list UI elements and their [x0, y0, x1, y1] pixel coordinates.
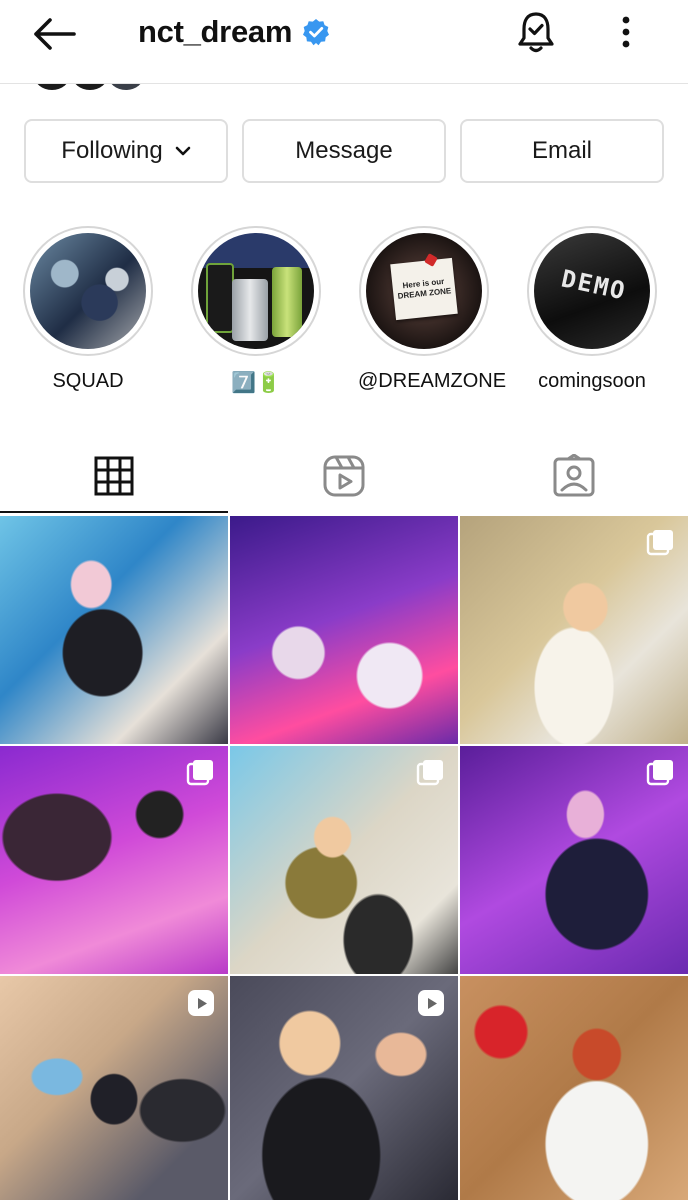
highlight-ring: DEMO	[527, 226, 657, 356]
post-thumbnail[interactable]	[230, 516, 458, 744]
username-title: nct_dream	[138, 14, 293, 49]
arrow-left-icon	[34, 18, 76, 50]
following-button[interactable]: Following	[24, 119, 228, 183]
reel-icon	[418, 990, 444, 1016]
post-thumbnail[interactable]	[460, 976, 688, 1200]
highlight-label: 7️⃣🔋	[231, 372, 281, 394]
highlight-ring: Here is our DREAM ZONE	[359, 226, 489, 356]
highlight-comingsoon[interactable]: DEMO comingsoon	[526, 226, 658, 393]
tab-reels[interactable]	[230, 438, 458, 514]
email-button[interactable]: Email	[460, 119, 664, 183]
post-thumbnail[interactable]	[0, 516, 228, 744]
top-bar: nct_dream	[0, 0, 688, 84]
carousel-icon	[186, 760, 213, 786]
reels-icon	[323, 455, 365, 497]
grid-icon	[94, 456, 134, 496]
highlight-cover-image: DEMO	[534, 233, 650, 349]
tagged-icon	[553, 454, 595, 497]
highlight-cover-image	[30, 233, 146, 349]
reel-icon	[188, 990, 214, 1016]
highlight-ring	[23, 226, 153, 356]
highlight-energy[interactable]: 7️⃣🔋	[190, 226, 322, 395]
carousel-icon	[646, 530, 673, 556]
highlight-ring	[191, 226, 321, 356]
back-button[interactable]	[26, 10, 82, 58]
highlight-label: SQUAD	[52, 370, 124, 392]
dreamzone-card-text: Here is our DREAM ZONE	[397, 276, 452, 301]
profile-title: nct_dream	[138, 10, 330, 54]
email-label: Email	[531, 137, 592, 164]
highlight-cover-image	[198, 233, 314, 349]
notifications-button[interactable]	[510, 8, 562, 56]
post-thumbnail[interactable]	[0, 976, 228, 1200]
carousel-icon	[416, 760, 443, 786]
post-thumbnail[interactable]	[230, 976, 458, 1200]
more-vertical-icon	[622, 16, 630, 48]
message-button[interactable]: Message	[242, 119, 446, 183]
post-thumbnail[interactable]	[230, 746, 458, 974]
posts-grid	[0, 516, 688, 1200]
message-label: Message	[295, 137, 393, 164]
verified-badge-icon	[302, 18, 330, 46]
carousel-icon	[646, 760, 673, 786]
post-thumbnail[interactable]	[0, 746, 228, 974]
highlight-cover-image: Here is our DREAM ZONE	[366, 233, 482, 349]
highlight-label: comingsoon	[538, 370, 646, 392]
following-label: Following	[61, 137, 163, 164]
tab-posts-grid[interactable]	[0, 438, 228, 514]
demo-sign-text: DEMO	[558, 264, 630, 306]
highlight-label: @DREAMZONE	[358, 370, 507, 392]
post-thumbnail[interactable]	[460, 746, 688, 974]
highlight-squad[interactable]: SQUAD	[22, 226, 154, 393]
active-tab-indicator	[0, 511, 228, 513]
more-options-button[interactable]	[606, 10, 646, 54]
chevron-down-icon	[175, 146, 191, 156]
tab-tagged[interactable]	[460, 438, 688, 514]
post-thumbnail[interactable]	[460, 516, 688, 744]
highlight-dreamzone[interactable]: Here is our DREAM ZONE @DREAMZONE	[358, 226, 507, 393]
bell-check-icon	[518, 12, 554, 53]
